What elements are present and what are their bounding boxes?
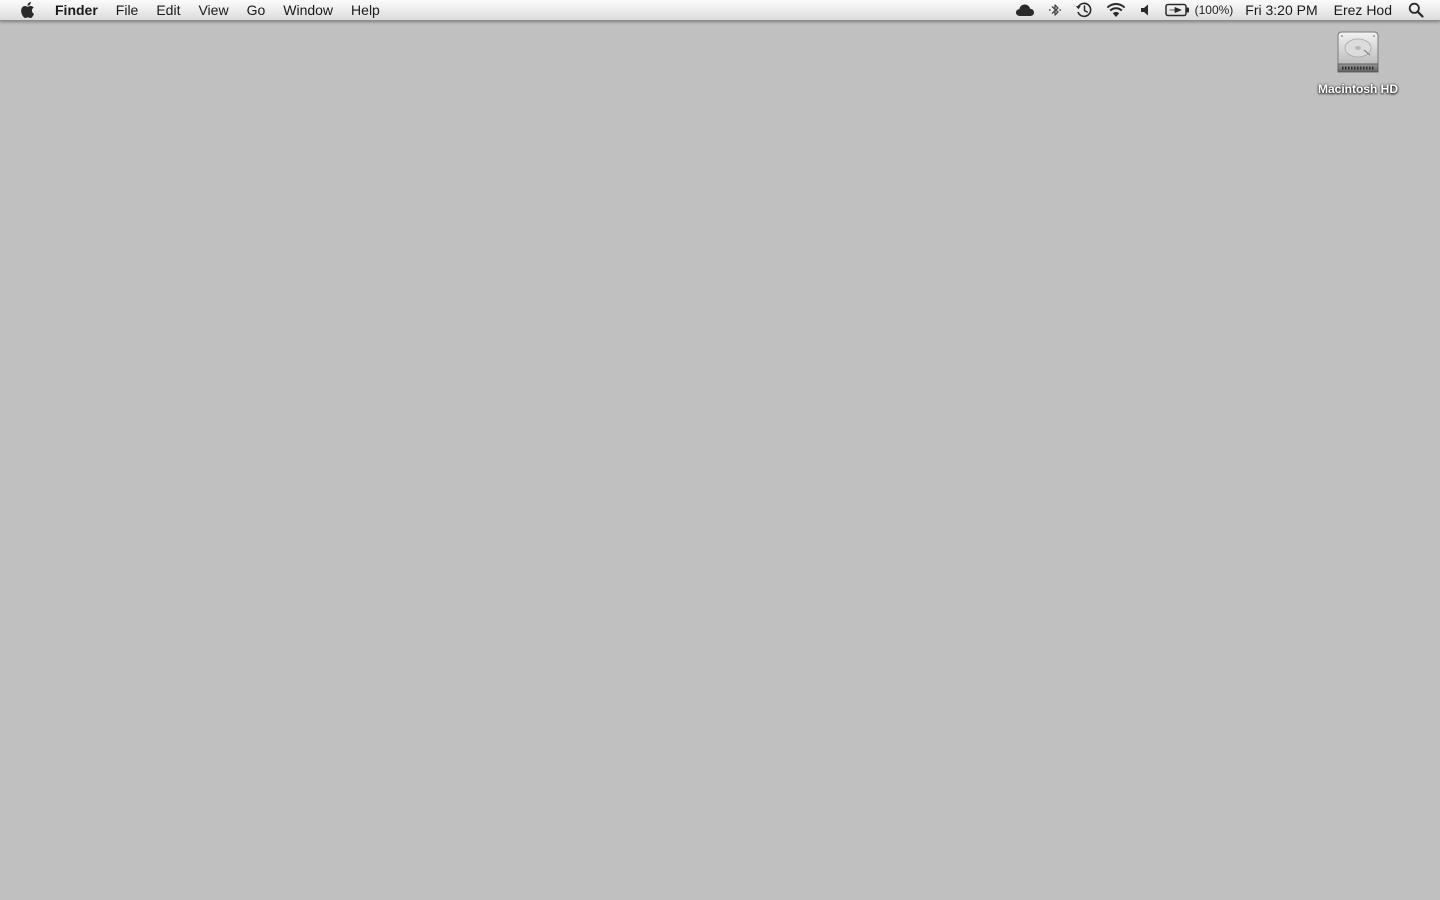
spotlight-search-icon[interactable]: [1402, 0, 1424, 21]
wifi-icon[interactable]: [1099, 0, 1133, 21]
desktop[interactable]: [0, 22, 1440, 900]
volume-icon[interactable]: [1133, 0, 1159, 21]
menu-window[interactable]: Window: [274, 0, 342, 21]
cloud-icon[interactable]: [1009, 0, 1041, 21]
menu-bar-status-area: (100%) Fri 3:20 PM Erez Hod: [1009, 0, 1440, 20]
menu-app-finder[interactable]: Finder: [46, 0, 107, 21]
time-machine-icon[interactable]: [1069, 0, 1099, 21]
menu-bar-left: Finder File Edit View Go Window Help: [0, 0, 389, 20]
battery-percentage[interactable]: (100%): [1193, 0, 1240, 21]
menu-edit[interactable]: Edit: [147, 0, 189, 21]
hard-drive-icon[interactable]: [1334, 28, 1382, 78]
battery-charging-icon[interactable]: [1159, 0, 1193, 21]
desktop-icon-label[interactable]: Macintosh HD: [1318, 82, 1398, 96]
menu-go[interactable]: Go: [238, 0, 275, 21]
menu-user-name[interactable]: Erez Hod: [1324, 0, 1402, 21]
apple-logo-icon[interactable]: [18, 0, 36, 20]
menu-file[interactable]: File: [107, 0, 148, 21]
desktop-icon-macintosh-hd[interactable]: Macintosh HD: [1306, 28, 1410, 96]
menu-clock[interactable]: Fri 3:20 PM: [1239, 0, 1323, 21]
bluetooth-icon[interactable]: [1041, 0, 1069, 21]
menu-help[interactable]: Help: [342, 0, 389, 21]
menu-view[interactable]: View: [189, 0, 237, 21]
menu-bar: Finder File Edit View Go Window Help (10…: [0, 0, 1440, 21]
